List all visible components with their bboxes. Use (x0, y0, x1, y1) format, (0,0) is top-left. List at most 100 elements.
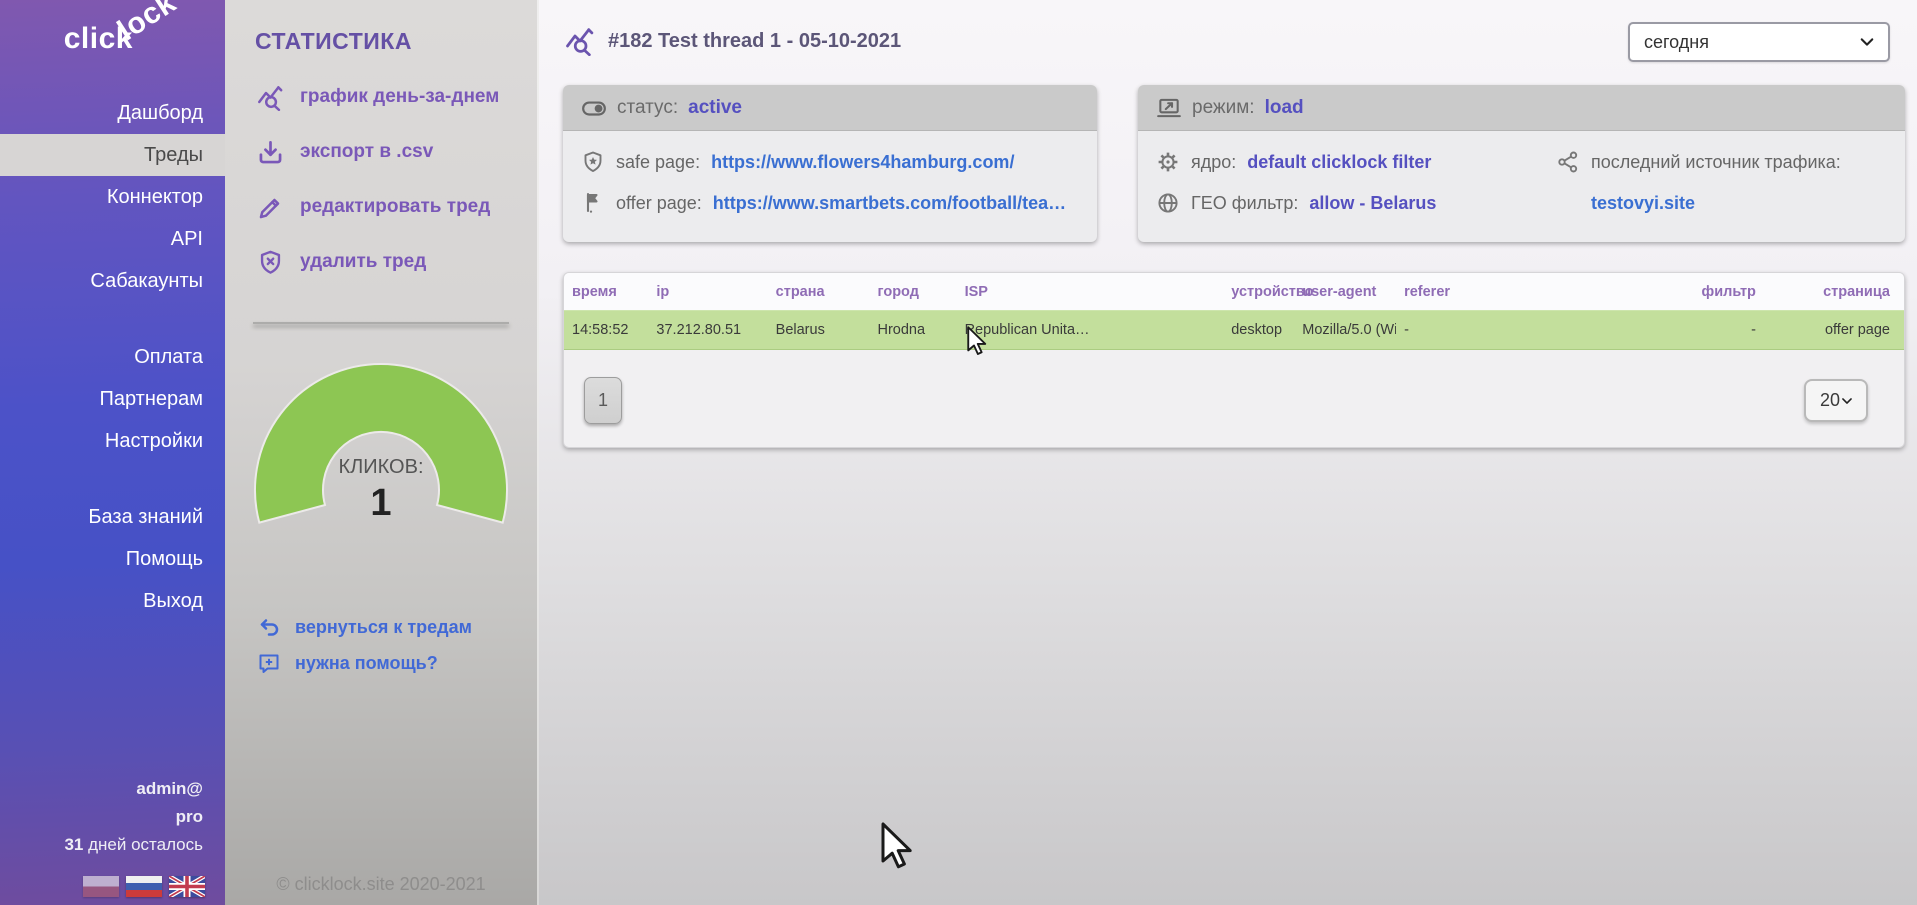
mode-card: режим: load ядро: default clicklock filt… (1138, 85, 1905, 242)
col-country: страна (768, 273, 870, 311)
mode-value: load (1265, 97, 1304, 119)
action-label: удалить тред (300, 251, 426, 273)
account-plan: pro (64, 807, 203, 827)
mode-card-body: ядро: default clicklock filter ГЕО фильт… (1138, 131, 1905, 228)
col-isp: ISP (957, 273, 1224, 311)
account-info: admin@ pro 31 дней осталось (64, 779, 203, 855)
action-export-csv[interactable]: экспорт в .csv (225, 136, 537, 168)
geo-filter-value: allow - Belarus (1309, 193, 1436, 214)
action-label: редактировать тред (300, 196, 490, 218)
link-label: вернуться к тредам (295, 617, 472, 638)
sidebar-item-help[interactable]: Помощь (0, 538, 225, 580)
page-size-select[interactable]: 20 (1804, 379, 1868, 422)
cell-device: desktop (1223, 311, 1294, 350)
offer-page-label: offer page: (616, 193, 702, 214)
sidebar-item-api[interactable]: API (0, 218, 225, 260)
table-header-row: время ip страна город ISP устройство use… (564, 273, 1904, 311)
col-page: страница (1770, 273, 1904, 311)
brand-logo[interactable]: clicklock (0, 0, 225, 92)
days-left-text: дней осталось (83, 835, 203, 854)
cell-ip: 37.212.80.51 (648, 311, 767, 350)
traffic-source-link-row: testovyi.site (1556, 187, 1887, 219)
action-daily-chart[interactable]: график день-за-днем (225, 81, 537, 113)
status-label: статус: (617, 97, 678, 119)
last-traffic-source-label: последний источник трафика: (1591, 152, 1841, 173)
traffic-source-link[interactable]: testovyi.site (1591, 193, 1695, 214)
sidebar-item-subaccounts[interactable]: Сабакаунты (0, 260, 225, 302)
uk-flag-icon[interactable] (169, 876, 205, 897)
status-card-header: статус: active (563, 85, 1097, 131)
sidebar-nav: Дашборд Треды Коннектор API Сабакаунты О… (0, 92, 225, 622)
chevron-down-icon (1858, 33, 1876, 51)
thread-title: #182 Test thread 1 - 05-10-2021 (608, 30, 901, 53)
need-help-link[interactable]: нужна помощь? (257, 651, 472, 675)
thread-header: #182 Test thread 1 - 05-10-2021 (565, 26, 901, 56)
stats-panel-title: СТАТИСТИКА (255, 28, 537, 55)
account-email: admin@ (64, 779, 203, 799)
clicks-gauge: КЛИКОВ: 1 (251, 358, 511, 558)
safe-page-row: safe page: https://www.flowers4hamburg.c… (581, 146, 1079, 178)
col-device: устройство (1223, 273, 1294, 311)
link-label: нужна помощь? (295, 653, 438, 674)
offer-page-row: offer page: https://www.smartbets.com/fo… (581, 187, 1079, 219)
sidebar-item-threads[interactable]: Треды (0, 134, 225, 176)
language-switcher (83, 876, 205, 897)
cell-user-agent: Mozilla/5.0 (Win… (1294, 311, 1396, 350)
polish-flag-icon[interactable] (83, 876, 119, 897)
col-user-agent: user-agent (1294, 273, 1396, 311)
sidebar: clicklock Дашборд Треды Коннектор API Са… (0, 0, 225, 905)
chart-magnifier-icon (565, 26, 595, 56)
status-value: active (688, 97, 742, 119)
russian-flag-icon[interactable] (126, 876, 162, 897)
account-days-left: 31 дней осталось (64, 835, 203, 855)
flag-icon (581, 191, 605, 215)
mode-label: режим: (1192, 97, 1255, 119)
cell-page: offer page (1770, 311, 1904, 350)
col-city: город (869, 273, 956, 311)
stats-panel: СТАТИСТИКА график день-за-днем экспорт в… (225, 0, 539, 905)
cell-country: Belarus (768, 311, 870, 350)
cell-city: Hrodna (869, 311, 956, 350)
offer-page-url-link[interactable]: https://www.smartbets.com/football/tea… (713, 193, 1066, 214)
sidebar-item-partners[interactable]: Партнерам (0, 378, 225, 420)
chevron-down-icon (1840, 393, 1854, 409)
divider (253, 322, 509, 324)
days-left-number: 31 (64, 835, 83, 854)
period-select[interactable]: сегодня (1628, 22, 1890, 62)
page-size-value: 20 (1820, 390, 1840, 411)
shield-star-icon (581, 150, 605, 174)
core-value: default clicklock filter (1247, 152, 1431, 173)
action-delete-thread[interactable]: удалить тред (225, 246, 537, 278)
sidebar-item-payment[interactable]: Оплата (0, 336, 225, 378)
download-icon (257, 139, 284, 166)
nav-gap (0, 462, 225, 496)
share-icon (1556, 150, 1580, 174)
nav-gap (0, 302, 225, 336)
sidebar-item-connector[interactable]: Коннектор (0, 176, 225, 218)
undo-arrow-icon (257, 615, 281, 639)
mode-card-header: режим: load (1138, 85, 1905, 131)
main-content: #182 Test thread 1 - 05-10-2021 сегодня … (539, 0, 1917, 905)
cell-time: 14:58:52 (564, 311, 648, 350)
col-referer: referer (1396, 273, 1529, 311)
geo-filter-row: ГЕО фильтр: allow - Belarus (1156, 187, 1556, 219)
sidebar-item-logout[interactable]: Выход (0, 580, 225, 622)
gauge-label: КЛИКОВ: (251, 456, 511, 479)
col-time: время (564, 273, 648, 311)
sidebar-item-knowledge-base[interactable]: База знаний (0, 496, 225, 538)
mode-card-right: последний источник трафика: testovyi.sit… (1556, 146, 1887, 228)
page-1-button[interactable]: 1 (584, 377, 622, 424)
back-to-threads-link[interactable]: вернуться к тредам (257, 615, 472, 639)
sidebar-item-settings[interactable]: Настройки (0, 420, 225, 462)
globe-icon (1156, 191, 1180, 215)
core-label: ядро: (1191, 152, 1236, 173)
gauge-value: 1 (251, 482, 511, 525)
gear-icon (1156, 150, 1180, 174)
cell-filter: - (1529, 311, 1770, 350)
pencil-icon (257, 194, 284, 221)
safe-page-url-link[interactable]: https://www.flowers4hamburg.com/ (711, 152, 1014, 173)
table-row[interactable]: 14:58:52 37.212.80.51 Belarus Hrodna Rep… (564, 311, 1904, 350)
action-edit-thread[interactable]: редактировать тред (225, 191, 537, 223)
sidebar-item-dashboard[interactable]: Дашборд (0, 92, 225, 134)
clicklock-app: clicklock Дашборд Треды Коннектор API Са… (0, 0, 1917, 905)
